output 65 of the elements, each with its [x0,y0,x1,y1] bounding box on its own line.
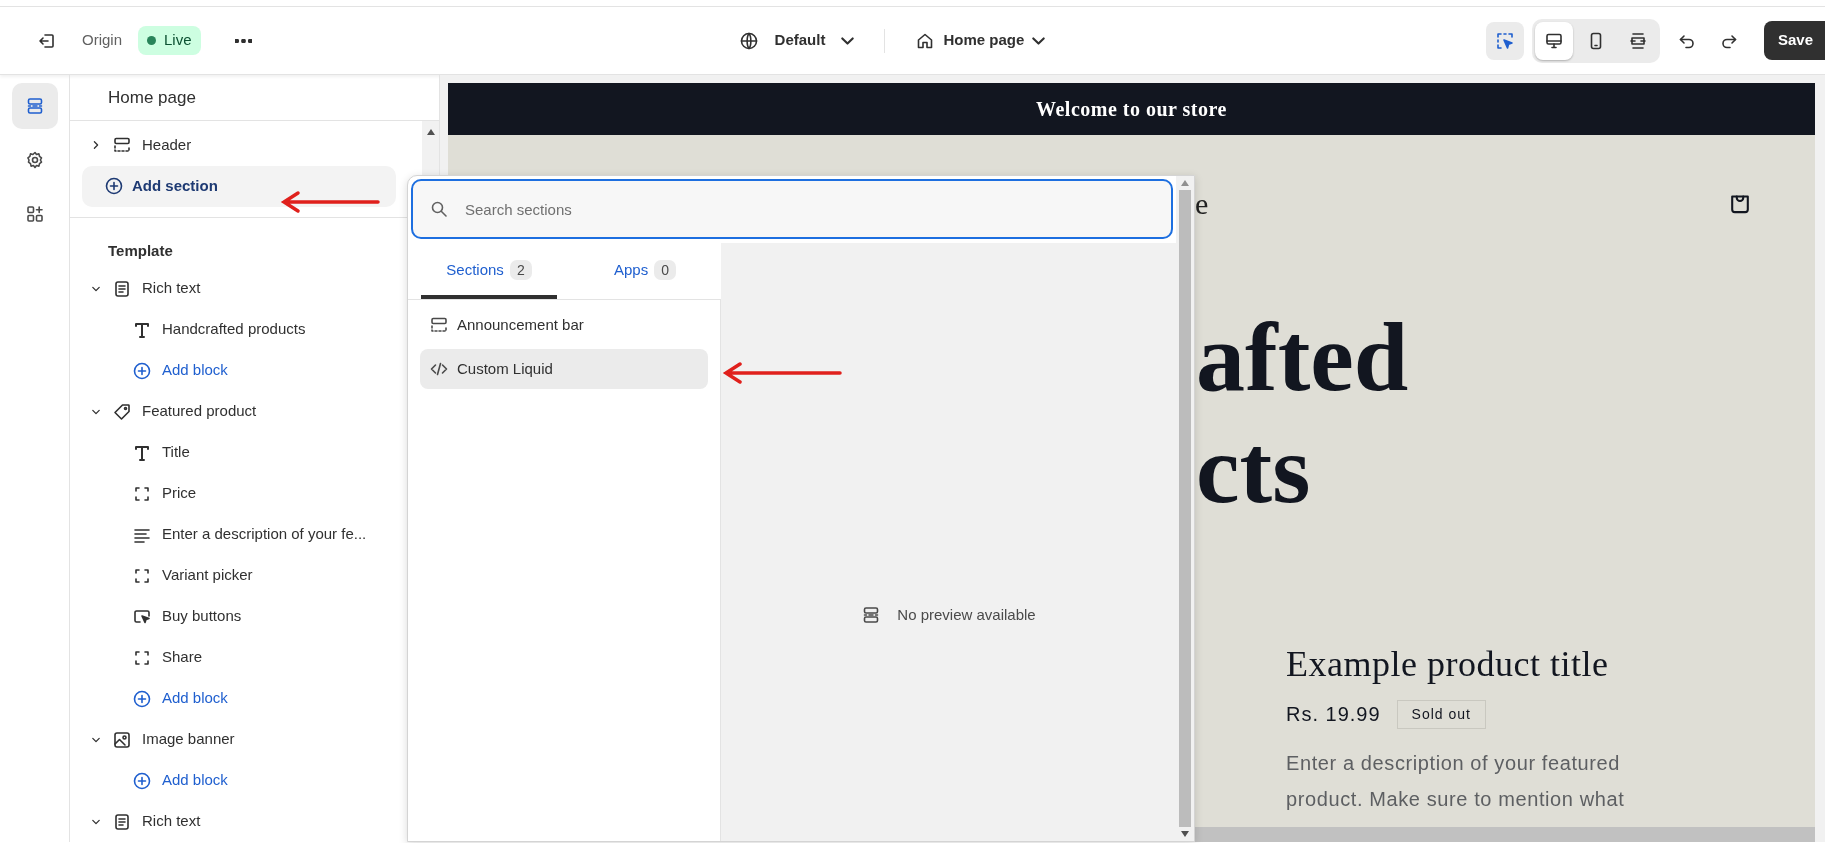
section-item[interactable]: Image banner [70,719,235,760]
globe-icon [738,30,759,51]
image-icon [112,729,132,750]
block-item[interactable]: Title [70,432,190,473]
status-dot [147,36,156,45]
settings-icon [24,150,45,170]
section-item[interactable]: Featured product [70,391,257,432]
chevron-down-icon [841,36,855,45]
product-price: Rs. 19.99 [1286,702,1381,727]
add-icon [132,770,152,791]
scroll-up-icon[interactable] [426,128,435,135]
picker-tab[interactable]: Sections 2 [421,245,557,299]
no-preview-text: No preview available [897,604,1036,625]
hero-heading: afted [1196,303,1409,411]
block-item[interactable]: Price [70,473,197,514]
document-icon [112,811,132,832]
template-heading: Template [107,240,174,261]
block-item[interactable]: Share [70,637,203,678]
picker-tab[interactable]: Apps 0 [577,245,713,299]
announcement-text: Welcome to our store [1036,97,1227,122]
hero-heading: cts [1196,415,1311,523]
add-block-link[interactable]: Add block [70,350,228,391]
block-item[interactable]: Handcrafted products [70,309,306,350]
inspector-button[interactable] [1485,21,1524,60]
layout-icon [429,315,449,335]
status-text: Live [164,30,192,51]
add-block-link[interactable]: Add block [70,760,228,801]
add-icon [104,176,124,196]
search-icon [429,199,449,219]
product-description: product. Make sure to mention what [1286,788,1625,810]
layout-icon [112,135,132,155]
fit-width-icon [1627,30,1648,51]
add-icon [132,360,152,381]
document-icon [112,278,132,299]
section-item[interactable]: Header [70,124,192,166]
block-item[interactable]: Variant picker [70,555,253,596]
store-name: Origin [82,30,122,51]
chevron-down-icon [1032,36,1046,45]
section-option[interactable]: Custom Liquid [420,349,708,389]
theme-dropdown[interactable]: Default [732,25,861,56]
sold-out-badge: Sold out [1396,699,1486,729]
select-icon [1494,30,1515,51]
section-option[interactable]: Announcement bar [420,305,708,345]
apps-icon [24,204,45,224]
section-item[interactable]: Rich text [70,801,201,842]
section-item[interactable]: Rich text [70,268,201,309]
scroll-down-icon[interactable] [1181,831,1189,837]
page-dropdown[interactable]: Home page [909,25,1052,56]
scrollbar[interactable] [1176,176,1194,841]
search-field[interactable]: Search sections [411,179,1173,239]
tag-icon [112,401,132,422]
scroll-thumb[interactable] [1179,190,1191,827]
sections-tab[interactable] [11,83,58,129]
store-logo: e [1195,185,1209,222]
more-icon [235,38,253,43]
product-description: Enter a description of your featured [1286,752,1620,774]
view-mode-button[interactable] [1534,21,1573,60]
add-section-button[interactable]: Add section [82,165,396,207]
block-item[interactable]: Enter a description of your fe... [70,514,367,555]
product-title: Example product title [1286,643,1610,686]
save-button[interactable]: Save [1763,21,1825,60]
block-item[interactable]: Buy buttons [70,596,242,637]
add-block-link[interactable]: Add block [70,678,228,719]
panel-title: Home page [70,75,439,121]
add-icon [132,688,152,709]
